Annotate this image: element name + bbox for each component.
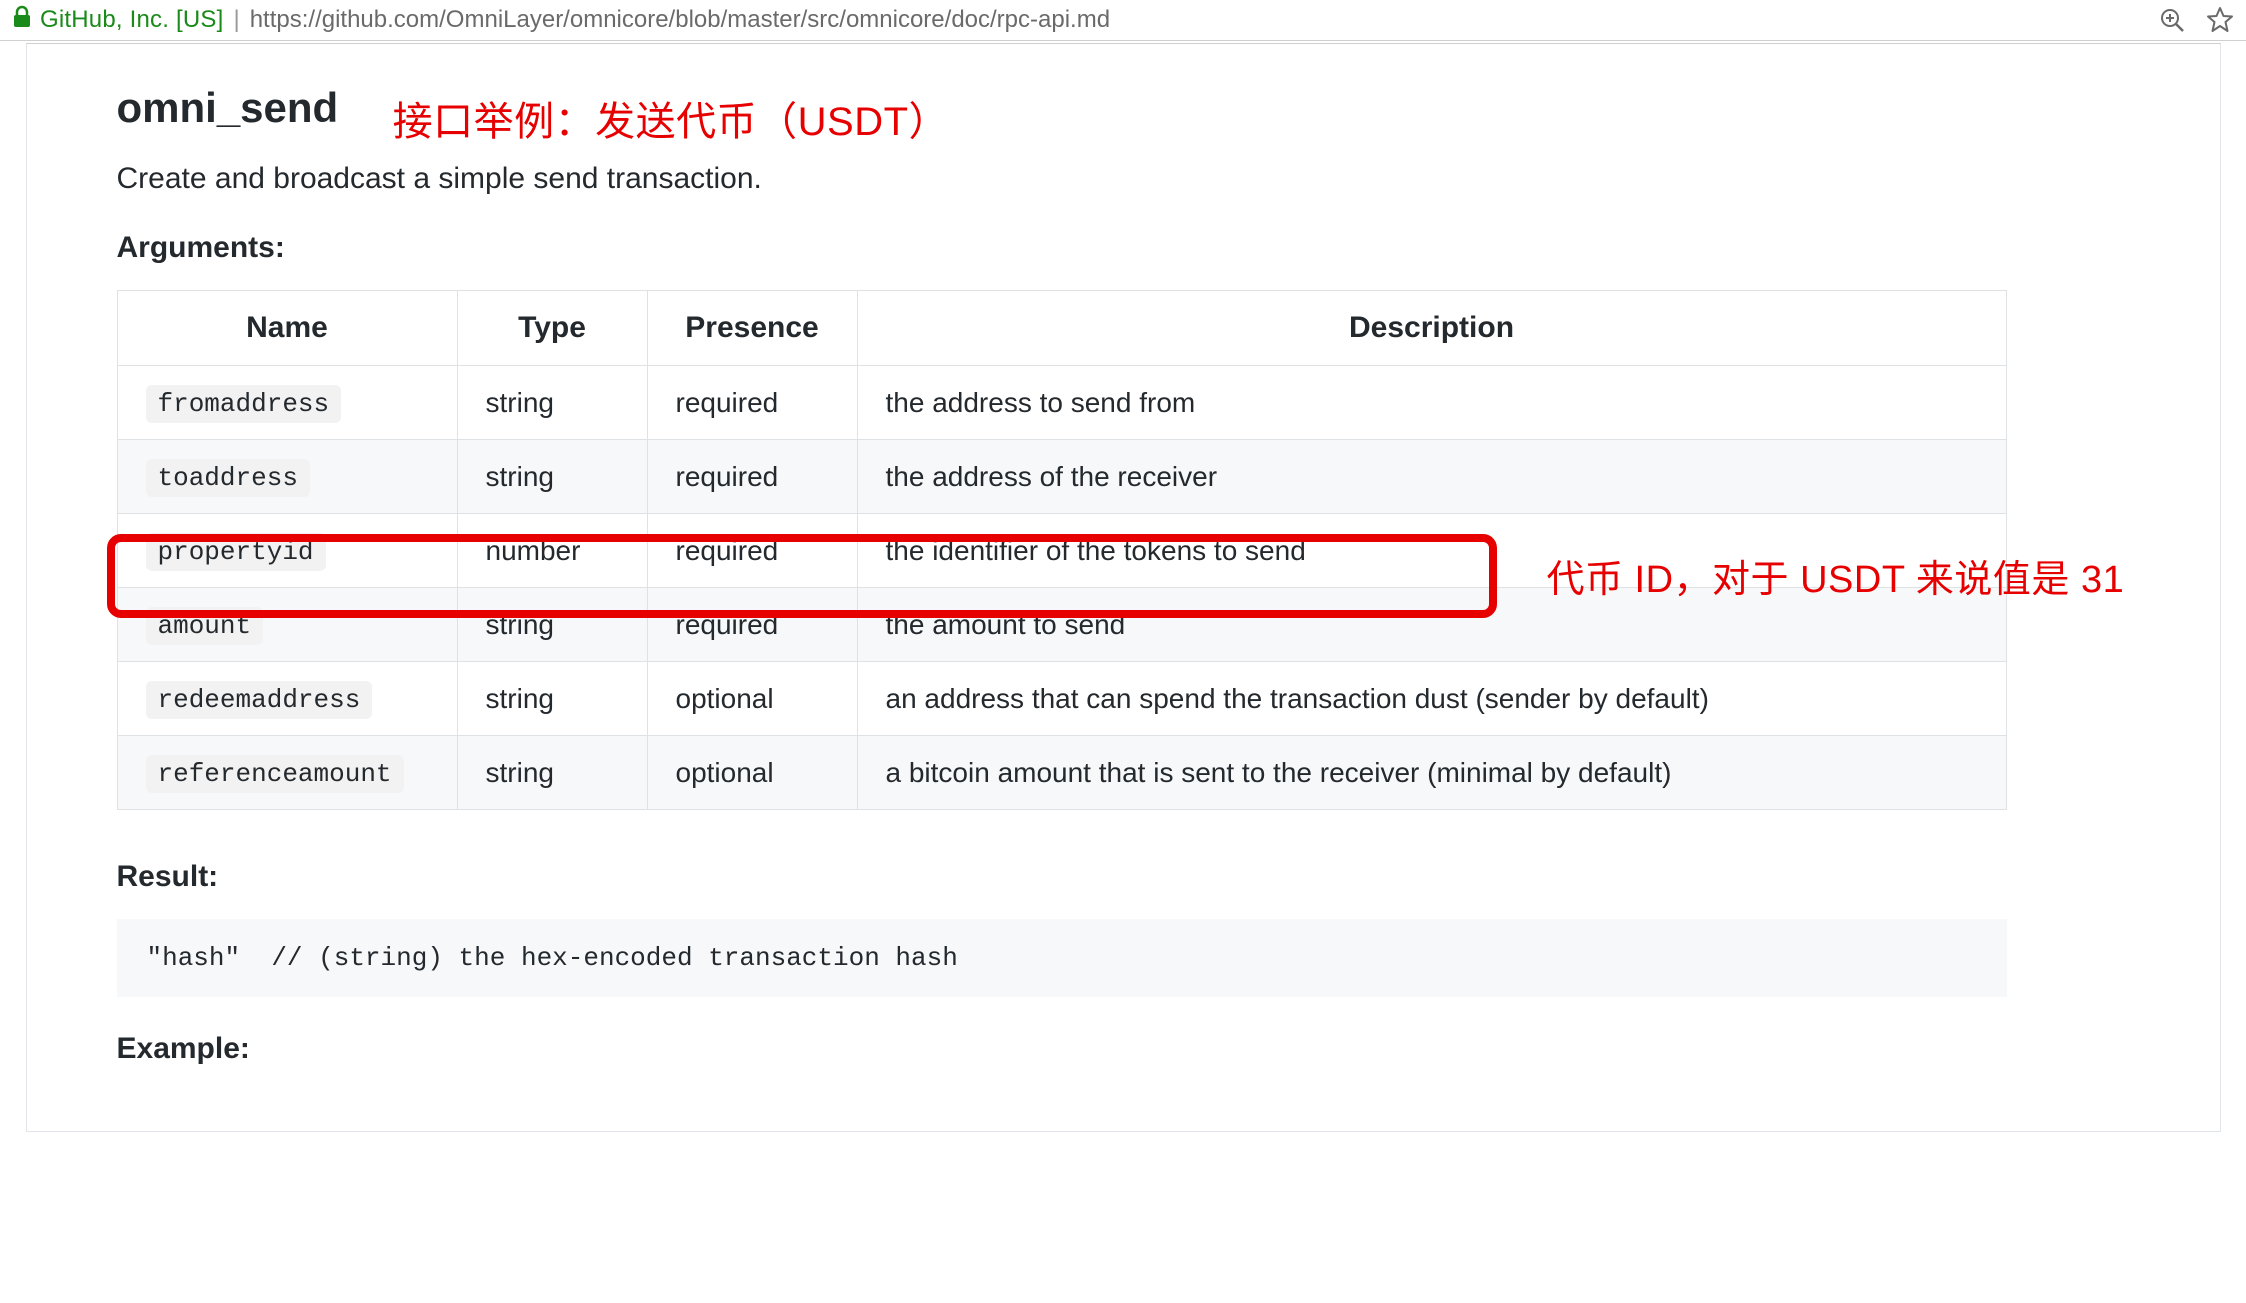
star-icon[interactable] bbox=[2206, 6, 2234, 34]
arg-name: amount bbox=[146, 607, 264, 645]
arg-presence: required bbox=[647, 514, 857, 588]
arg-description: a bitcoin amount that is sent to the rec… bbox=[857, 736, 2006, 810]
annotation-side-note: 代币 ID，对于 USDT 来说值是 31 bbox=[1547, 548, 2125, 603]
col-name: Name bbox=[117, 291, 457, 366]
arg-presence: optional bbox=[647, 736, 857, 810]
arg-type: string bbox=[457, 440, 647, 514]
arg-type: number bbox=[457, 514, 647, 588]
arg-name: fromaddress bbox=[146, 385, 342, 423]
heading-row: omni_send 接口举例：发送代币（USDT） bbox=[117, 74, 2130, 162]
arg-presence: required bbox=[647, 366, 857, 440]
arg-name: referenceamount bbox=[146, 755, 404, 793]
arg-presence: required bbox=[647, 440, 857, 514]
arg-presence: required bbox=[647, 588, 857, 662]
table-row: toaddress string required the address of… bbox=[117, 440, 2006, 514]
lock-icon bbox=[12, 5, 32, 35]
arg-type: string bbox=[457, 588, 647, 662]
col-type: Type bbox=[457, 291, 647, 366]
arg-description: the address to send from bbox=[857, 366, 2006, 440]
table-row: fromaddress string required the address … bbox=[117, 366, 2006, 440]
site-identity-label: GitHub, Inc. [US] bbox=[40, 6, 223, 34]
result-code-block: "hash" // (string) the hex-encoded trans… bbox=[117, 919, 2007, 997]
arg-description: an address that can spend the transactio… bbox=[857, 662, 2006, 736]
arg-type: string bbox=[457, 662, 647, 736]
table-row: redeemaddress string optional an address… bbox=[117, 662, 2006, 736]
document-content: omni_send 接口举例：发送代币（USDT） Create and bro… bbox=[26, 43, 2221, 1132]
api-method-heading: omni_send bbox=[117, 84, 339, 132]
annotation-heading: 接口举例：发送代币（USDT） bbox=[393, 89, 949, 147]
table-row: referenceamount string optional a bitcoi… bbox=[117, 736, 2006, 810]
zoom-icon[interactable] bbox=[2158, 6, 2186, 34]
table-header-row: Name Type Presence Description bbox=[117, 291, 2006, 366]
arguments-table-wrap: Name Type Presence Description fromaddre… bbox=[117, 290, 2007, 810]
arg-name: redeemaddress bbox=[146, 681, 373, 719]
example-heading: Example: bbox=[117, 1032, 2130, 1066]
address-separator: | bbox=[233, 6, 239, 34]
arg-type: string bbox=[457, 366, 647, 440]
arguments-heading: Arguments: bbox=[117, 231, 2130, 265]
arg-presence: optional bbox=[647, 662, 857, 736]
page-url[interactable]: https://github.com/OmniLayer/omnicore/bl… bbox=[250, 6, 1110, 34]
col-description: Description bbox=[857, 291, 2006, 366]
arg-description: the address of the receiver bbox=[857, 440, 2006, 514]
method-description: Create and broadcast a simple send trans… bbox=[117, 162, 2130, 196]
arg-name: propertyid bbox=[146, 533, 326, 571]
arg-type: string bbox=[457, 736, 647, 810]
arg-name: toaddress bbox=[146, 459, 310, 497]
col-presence: Presence bbox=[647, 291, 857, 366]
browser-address-bar: GitHub, Inc. [US] | https://github.com/O… bbox=[0, 0, 2246, 41]
result-heading: Result: bbox=[117, 860, 2130, 894]
